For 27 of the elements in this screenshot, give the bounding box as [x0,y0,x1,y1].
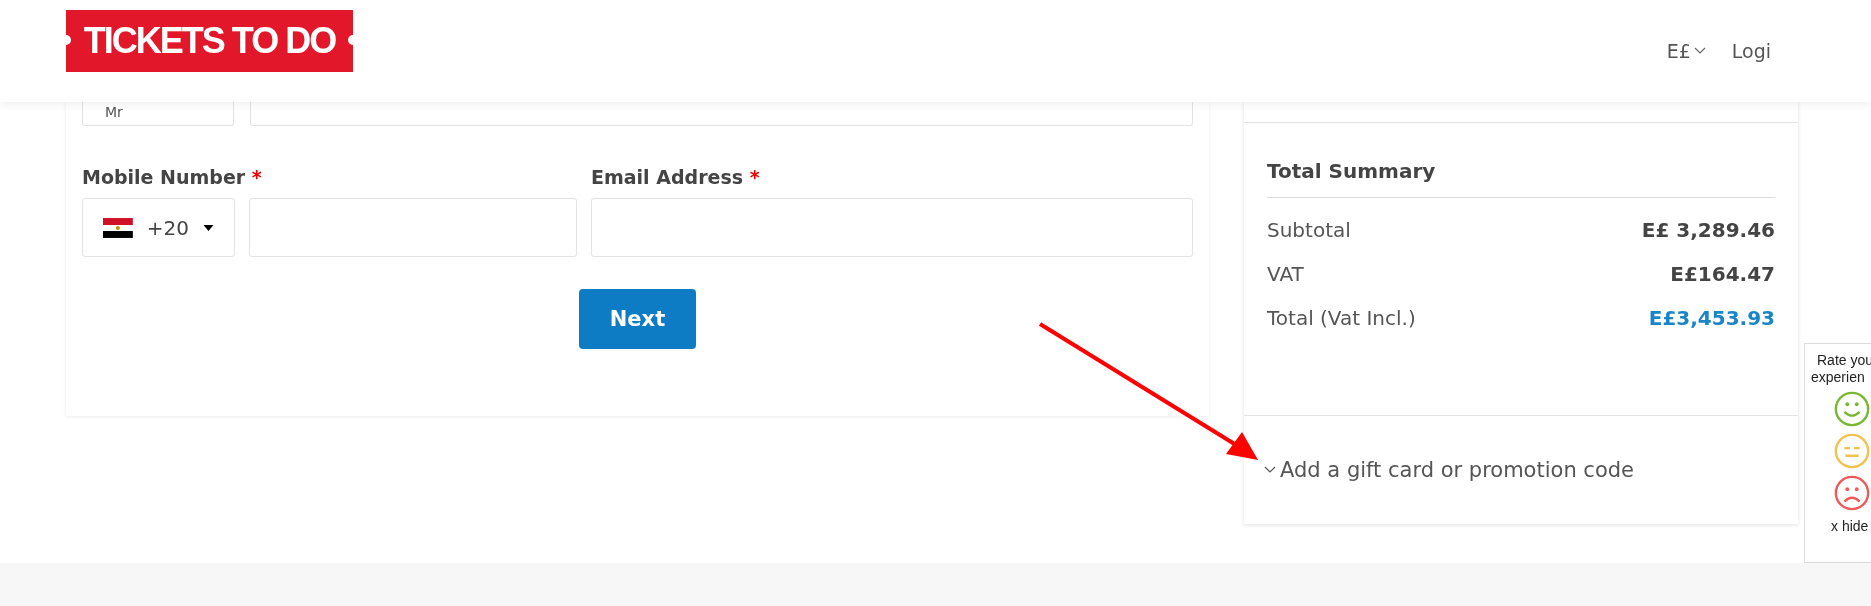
country-code-select[interactable]: +20 [82,198,235,257]
summary-amount: E£164.47 [1670,262,1775,286]
currency-dropdown[interactable]: E£ [1666,40,1706,62]
phone-input[interactable] [249,198,577,257]
mobile-number-label: Mobile Number * [82,166,263,188]
email-address-label: Email Address * [591,166,761,188]
next-button[interactable]: Next [579,289,696,349]
hide-link[interactable]: x hide [1831,518,1869,534]
sad-face-icon[interactable] [1833,474,1871,512]
summary-label: Total (Vat Incl.) [1267,306,1416,330]
summary-amount: E£3,453.93 [1648,306,1775,330]
flag-icon [103,217,133,238]
promo-code-toggle[interactable]: Add a gift card or promotion code [1264,458,1635,482]
chevron-down-icon [1693,47,1706,55]
caret-icon [203,224,214,231]
login-link[interactable]: Logi [1731,40,1771,62]
chevron-icon [1264,466,1276,474]
summary-label: VAT [1267,262,1304,286]
summary-title: Total Summary [1267,159,1775,198]
neutral-face-icon[interactable] [1833,432,1871,470]
email-input[interactable] [591,198,1193,257]
feedback-prompt: experien [1811,369,1865,386]
title-select[interactable]: Mr [82,102,234,126]
name-input[interactable] [250,102,1193,126]
happy-face-icon[interactable] [1833,390,1871,428]
summary-amount: E£ 3,289.46 [1641,218,1775,242]
summary-label: Subtotal [1267,218,1351,242]
